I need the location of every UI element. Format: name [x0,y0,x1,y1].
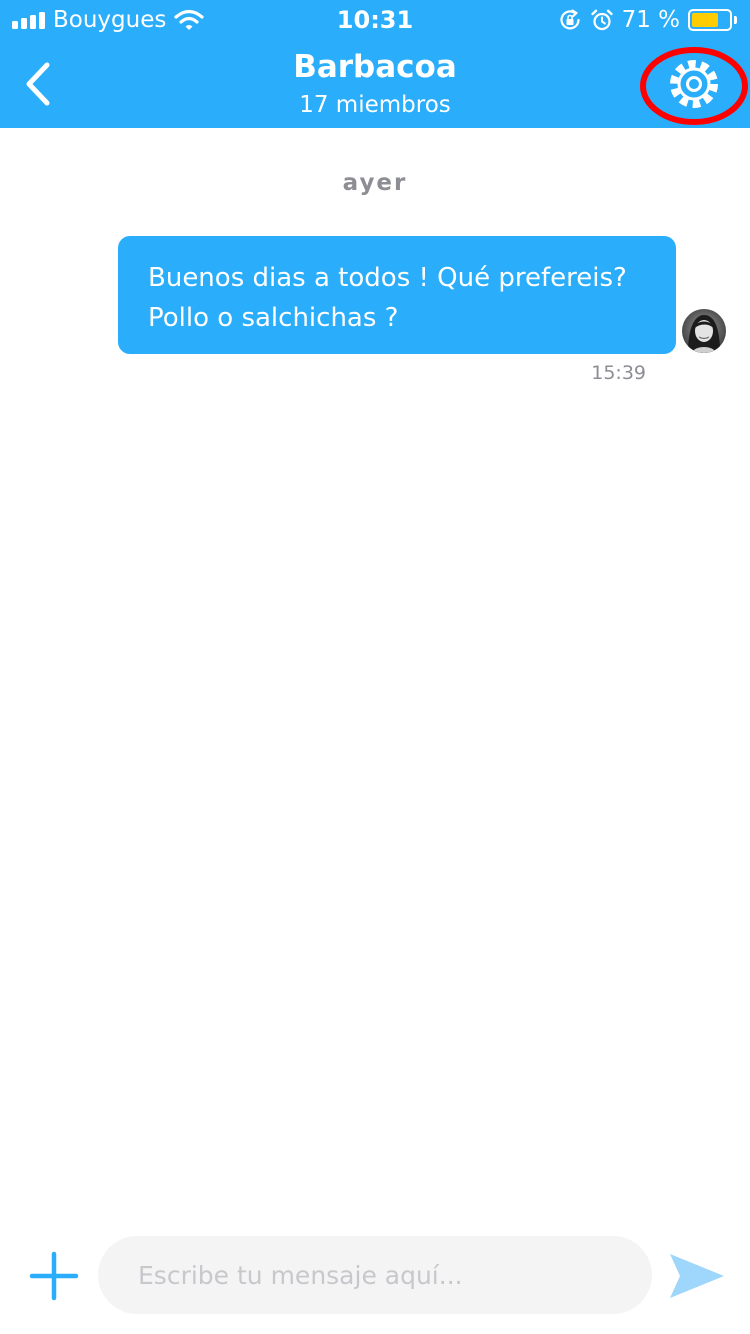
message-input[interactable] [98,1236,652,1314]
add-button[interactable] [24,1246,84,1306]
send-button[interactable] [664,1246,730,1306]
battery-percent: 71 % [621,7,680,33]
status-bar: Bouygues 10:31 71 % [0,0,750,40]
avatar[interactable] [682,309,726,353]
chat-title: Barbacoa [293,49,457,85]
composer [0,1220,750,1334]
send-icon [670,1254,724,1298]
date-separator: ayer [342,170,408,196]
message-time: 15:39 [591,362,646,384]
plus-icon [29,1251,79,1301]
battery-icon [688,9,738,31]
orientation-lock-icon [559,9,580,30]
chat-area[interactable]: ayer Buenos dias a todos ! Qué prefereis… [0,128,750,1220]
status-bar-right: 71 % [558,7,738,33]
member-count: 17 miembros [299,92,451,118]
message-bubble[interactable]: Buenos dias a todos ! Qué prefereis? Pol… [118,236,676,354]
settings-button[interactable] [638,44,750,128]
chevron-left-icon [26,62,50,106]
alarm-icon [590,9,613,31]
header: Bouygues 10:31 71 % Barbacoa 17 miembros [0,0,750,128]
back-button[interactable] [8,54,68,114]
nav-bar: Barbacoa 17 miembros [0,40,750,128]
gear-icon [670,60,718,108]
